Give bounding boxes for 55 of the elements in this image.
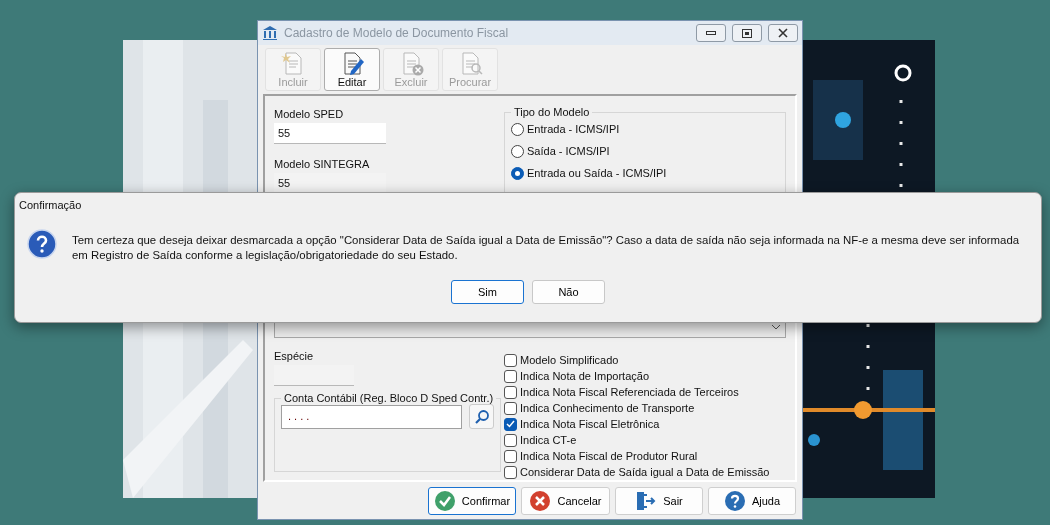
radio-button[interactable] bbox=[511, 166, 524, 180]
checkbox-label: Indica Nota Fiscal de Produtor Rural bbox=[520, 450, 698, 463]
input-field[interactable]: 55 bbox=[274, 123, 386, 145]
radio-label: Saída - ICMS/IPI bbox=[527, 145, 610, 158]
radio-label: Entrada - ICMS/IPI bbox=[527, 123, 620, 136]
dialog-message: Tem certeza que deseja deixar desmarcada a opção "Considerar Data de Saída igual a Data de Emissão"? Caso a data de saída não seja informada na NF-e a mesma deve ser informada em Registro de Saída conforme a legislação/obrigatoriedade do seu Estado. bbox=[72, 233, 1021, 263]
minimize-button[interactable] bbox=[696, 24, 726, 43]
help-icon bbox=[723, 490, 746, 513]
chevron-down-icon bbox=[771, 324, 781, 331]
group-title: Tipo do Modelo bbox=[513, 106, 591, 119]
toolbar-button[interactable]: Editar bbox=[324, 48, 380, 92]
checkbox[interactable] bbox=[504, 385, 517, 399]
cancel-button[interactable]: Cancelar bbox=[521, 487, 610, 516]
restore-button[interactable] bbox=[732, 24, 762, 43]
checkbox-label: Indica CT-e bbox=[520, 434, 577, 447]
dialog-title: Confirmação bbox=[18, 198, 83, 213]
checkbox[interactable] bbox=[504, 353, 517, 367]
confirm-button[interactable]: Confirmar bbox=[428, 487, 516, 516]
search-icon bbox=[473, 408, 490, 425]
question-icon bbox=[27, 229, 57, 259]
radio-label: Entrada ou Saída - ICMS/IPI bbox=[527, 167, 667, 180]
minimize-icon bbox=[706, 30, 716, 37]
check-icon bbox=[506, 420, 515, 429]
building-icon bbox=[262, 25, 278, 42]
checkbox-label: Indica Conhecimento de Transporte bbox=[520, 402, 695, 415]
check-icon bbox=[433, 490, 456, 513]
checkbox-label: Indica Nota Fiscal Eletrônica bbox=[520, 418, 660, 431]
restore-icon bbox=[742, 28, 752, 38]
search-button[interactable] bbox=[469, 404, 494, 430]
door-exit-icon bbox=[635, 490, 658, 513]
dialog-button[interactable]: Não bbox=[532, 280, 605, 304]
close-icon bbox=[778, 28, 788, 39]
checkbox-label: Indica Nota de Importação bbox=[520, 370, 650, 383]
radio-button[interactable] bbox=[511, 144, 524, 158]
checkbox[interactable] bbox=[504, 433, 517, 447]
checkbox[interactable] bbox=[504, 417, 517, 431]
radio-button[interactable] bbox=[511, 122, 524, 136]
checkbox[interactable] bbox=[504, 465, 517, 479]
group-title: Conta Contábil (Reg. Bloco D Sped Contr.) bbox=[283, 392, 495, 405]
exit-button[interactable]: Sair bbox=[615, 487, 703, 516]
checkbox-label: Considerar Data de Saída igual a Data de Emissão bbox=[520, 466, 770, 479]
checkbox[interactable] bbox=[504, 369, 517, 383]
close-button[interactable] bbox=[768, 24, 798, 43]
checkbox-label: Indica Nota Fiscal Referenciada de Terceiros bbox=[520, 386, 739, 399]
window-title: Cadastro de Modelo de Documento Fiscal bbox=[284, 26, 510, 41]
field-label: Espécie bbox=[274, 350, 315, 363]
cancel-icon bbox=[529, 490, 552, 513]
dialog-button[interactable]: Sim bbox=[451, 280, 524, 304]
account-field[interactable]: . . . . bbox=[281, 404, 462, 429]
checkbox[interactable] bbox=[504, 401, 517, 415]
field-label: Modelo SPED bbox=[274, 108, 345, 121]
help-button[interactable]: Ajuda bbox=[708, 487, 796, 516]
checkbox[interactable] bbox=[504, 449, 517, 463]
field-label: Modelo SINTEGRA bbox=[274, 158, 371, 171]
checkbox-label: Modelo Simplificado bbox=[520, 354, 619, 367]
